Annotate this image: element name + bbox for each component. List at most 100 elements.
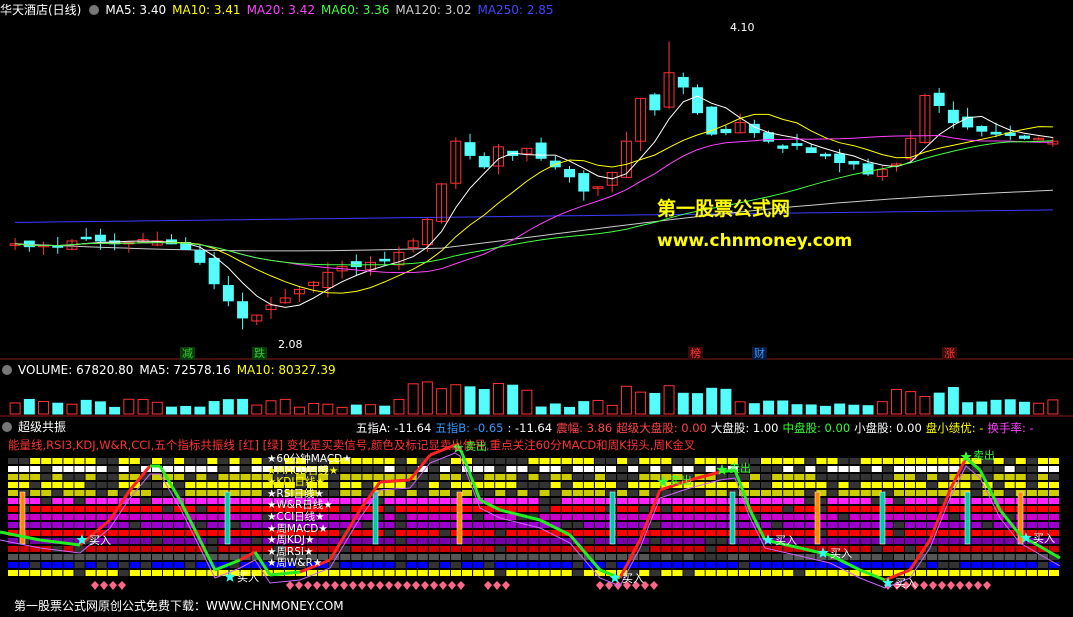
indicator-cell xyxy=(882,570,893,576)
indicator-cell xyxy=(916,474,927,480)
volume-bar xyxy=(1033,402,1045,415)
indicator-cell xyxy=(805,474,816,480)
indicator-cell xyxy=(628,498,639,504)
volume-bar xyxy=(23,398,35,415)
indicator-cell xyxy=(174,474,185,480)
indicator-cell xyxy=(860,514,871,520)
indicator-cell xyxy=(683,570,694,576)
indicator-cell xyxy=(506,530,517,536)
settings-circle-icon[interactable] xyxy=(89,4,100,15)
indicator-cell xyxy=(628,490,639,496)
indicator-cell xyxy=(1037,474,1048,480)
candle-body xyxy=(791,143,803,146)
indicator-cell xyxy=(561,522,572,528)
indicator-cell xyxy=(916,482,927,488)
indicator-cell xyxy=(163,554,174,560)
indicator-cell xyxy=(749,570,760,576)
indicator-cell xyxy=(74,474,85,480)
indicator-cell xyxy=(749,490,760,496)
indicator-cell xyxy=(882,474,893,480)
volume-bar xyxy=(464,386,476,415)
indicator-cell xyxy=(761,466,772,472)
indicator-cell xyxy=(8,490,19,496)
indicator-cell xyxy=(783,466,794,472)
diamond-marker xyxy=(412,581,420,590)
indicator-cell xyxy=(572,458,583,464)
indicator-cell xyxy=(749,466,760,472)
indicator-cell xyxy=(19,554,30,560)
indicator-cell xyxy=(539,490,550,496)
indicator-cell xyxy=(41,482,52,488)
indicator-cell xyxy=(506,466,517,472)
indicator-cell xyxy=(185,546,196,552)
volume-bar xyxy=(947,387,959,415)
indicator-cell xyxy=(163,530,174,536)
candle-body xyxy=(535,142,547,159)
indicator-cell xyxy=(384,474,395,480)
volume-bar xyxy=(350,404,362,415)
indicator-cell xyxy=(628,514,639,520)
indicator-cell xyxy=(74,514,85,520)
settings-circle-icon[interactable] xyxy=(2,421,12,432)
indicator-cell xyxy=(528,490,539,496)
candle-body xyxy=(564,169,576,178)
indicator-cell xyxy=(916,458,927,464)
indicator-cell xyxy=(827,538,838,544)
indicator-cell xyxy=(52,458,63,464)
indicator-cell xyxy=(539,546,550,552)
indicator-cell xyxy=(251,466,262,472)
indicator-cell xyxy=(140,506,151,512)
indicator-cell xyxy=(1026,474,1037,480)
candlestick-series xyxy=(9,41,1059,330)
indicator-cell xyxy=(905,482,916,488)
indicator-cell xyxy=(550,546,561,552)
indicator-cell xyxy=(539,498,550,504)
indicator-cell xyxy=(882,458,893,464)
indicator-cell xyxy=(716,546,727,552)
indicator-cell xyxy=(240,482,251,488)
indicator-cell xyxy=(163,506,174,512)
indicator-cell xyxy=(450,562,461,568)
indicator-cell xyxy=(1026,490,1037,496)
indicator-cell xyxy=(927,474,938,480)
candle-body xyxy=(23,240,35,248)
indicator-cell xyxy=(428,490,439,496)
indicator-cell xyxy=(30,482,41,488)
chart-canvas xyxy=(0,41,1073,590)
indicator-cell xyxy=(118,538,129,544)
indicator-cell xyxy=(196,570,207,576)
volume-bar xyxy=(763,400,775,415)
calendar-mark-2: 榜 xyxy=(688,347,703,360)
indicator-cell xyxy=(63,554,74,560)
diamond-marker xyxy=(118,581,126,590)
indicator-cell xyxy=(351,570,362,576)
candle-body xyxy=(194,250,206,263)
indicator-cell xyxy=(1026,458,1037,464)
indicator-cell xyxy=(495,466,506,472)
indicator-cell xyxy=(74,482,85,488)
settings-circle-icon[interactable] xyxy=(2,364,12,375)
signal-bar xyxy=(224,491,231,545)
volume-bar xyxy=(365,404,376,415)
indicator-cell xyxy=(207,466,218,472)
indicator-cell xyxy=(41,498,52,504)
indicator-cell xyxy=(484,546,495,552)
indicator-cell xyxy=(52,506,63,512)
indicator-cell xyxy=(218,546,229,552)
indicator-cell xyxy=(30,490,41,496)
indicator-cell xyxy=(572,522,583,528)
indicator-cell xyxy=(905,538,916,544)
indicator-cell xyxy=(893,506,904,512)
indicator-cell xyxy=(207,506,218,512)
indicator-cell xyxy=(41,458,52,464)
indicator-cell xyxy=(30,466,41,472)
indicator-cell xyxy=(140,530,151,536)
indicator-cell xyxy=(1037,562,1048,568)
indicator-cell xyxy=(938,570,949,576)
indicator-cell xyxy=(406,538,417,544)
indicator-cell xyxy=(340,498,351,504)
volume-header: VOLUME: 67820.80 MA5: 72578.16 MA10: 80327… xyxy=(0,362,342,378)
indicator-cell xyxy=(594,482,605,488)
indicator-value-0: 五指A: -11.64 xyxy=(356,421,432,435)
indicator-cell xyxy=(783,458,794,464)
